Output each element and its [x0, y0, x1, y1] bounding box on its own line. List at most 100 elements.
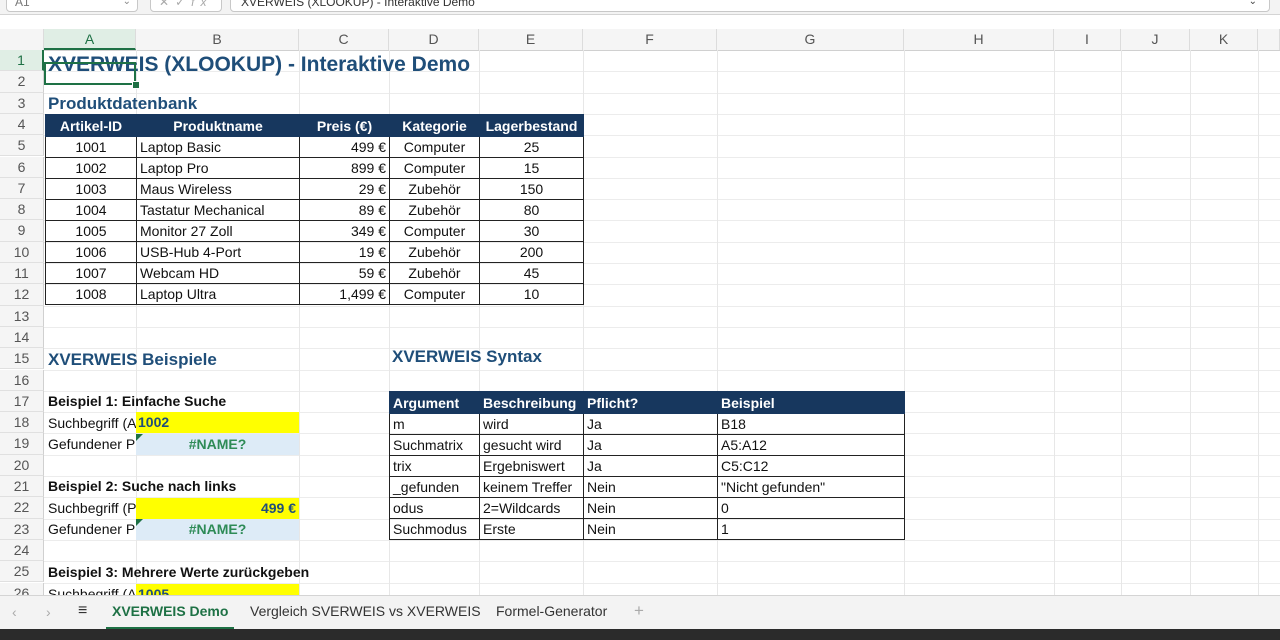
row-header[interactable]: 23 — [0, 518, 44, 540]
table-cell[interactable]: 1001 — [45, 136, 137, 158]
table-cell[interactable]: 1,499 € — [299, 283, 390, 305]
row-header[interactable]: 7 — [0, 177, 44, 200]
chevron-down-icon[interactable]: ⌄ — [123, 0, 131, 11]
table-cell[interactable]: 0 — [717, 497, 905, 519]
row-header[interactable]: 21 — [0, 476, 44, 498]
row-header[interactable]: 17 — [0, 390, 44, 413]
example2-search-label[interactable]: Suchbegriff (P — [48, 498, 136, 519]
table-cell[interactable]: Zubehör — [389, 262, 480, 284]
table-cell[interactable]: USB-Hub 4-Port — [136, 241, 300, 263]
col-header-g[interactable]: G — [717, 29, 904, 50]
table-cell[interactable]: Zubehör — [389, 199, 480, 221]
table-cell[interactable]: 10 — [479, 283, 584, 305]
table-cell[interactable]: Laptop Basic — [136, 136, 300, 158]
row-header[interactable]: 13 — [0, 305, 44, 327]
table-cell[interactable]: Maus Wireless — [136, 178, 300, 200]
table-cell[interactable]: gesucht wird — [479, 434, 584, 456]
name-box[interactable]: A1 ⌄ — [6, 0, 138, 12]
header-cell[interactable]: Beschreibung — [479, 391, 584, 414]
table-cell[interactable]: Computer — [389, 283, 480, 305]
fx-label[interactable]: fx — [191, 0, 212, 9]
formula-tools[interactable]: ✕✓fx — [150, 0, 222, 12]
table-cell[interactable]: 45 — [479, 262, 584, 284]
row-header[interactable]: 9 — [0, 220, 44, 242]
syntax-heading[interactable]: XVERWEIS Syntax — [392, 346, 542, 367]
table-cell[interactable]: A5:A12 — [717, 434, 905, 456]
header-cell[interactable]: Produktname — [136, 114, 300, 137]
table-cell[interactable]: _gefunden — [389, 476, 480, 498]
example1-title[interactable]: Beispiel 1: Einfache Suche — [48, 391, 226, 412]
header-cell[interactable]: Beispiel — [717, 391, 905, 414]
table-cell[interactable]: 1003 — [45, 178, 137, 200]
table-cell[interactable]: keinem Treffer — [479, 476, 584, 498]
col-header-b[interactable]: B — [136, 29, 299, 50]
table-cell[interactable]: 80 — [479, 199, 584, 221]
row-header[interactable]: 2 — [0, 71, 44, 93]
table-cell[interactable]: 89 € — [299, 199, 390, 221]
table-cell[interactable]: B18 — [717, 413, 905, 435]
fill-handle[interactable] — [132, 81, 140, 89]
header-cell[interactable]: Preis (€) — [299, 114, 390, 137]
col-header-j[interactable]: J — [1121, 29, 1190, 50]
example3-search-input[interactable]: 1005 — [136, 584, 299, 595]
table-cell[interactable]: 19 € — [299, 241, 390, 263]
table-cell[interactable]: 1006 — [45, 241, 137, 263]
col-header-blank[interactable] — [1258, 29, 1280, 50]
row-header[interactable]: 25 — [0, 561, 44, 583]
header-cell[interactable]: Argument — [389, 391, 480, 414]
example1-result[interactable]: #NAME? — [136, 434, 299, 455]
row-header[interactable]: 5 — [0, 135, 44, 157]
header-cell[interactable]: Lagerbestand — [479, 114, 584, 137]
table-cell[interactable]: Laptop Pro — [136, 157, 300, 179]
tab-xverweis-demo[interactable]: XVERWEIS Demo — [106, 596, 235, 630]
table-cell[interactable]: 2=Wildcards — [479, 497, 584, 519]
table-cell[interactable]: Zubehör — [389, 241, 480, 263]
row-header[interactable]: 4 — [0, 113, 44, 136]
example2-search-input[interactable]: 499 € — [136, 498, 299, 519]
confirm-icon[interactable]: ✓ — [175, 0, 191, 9]
example2-title[interactable]: Beispiel 2: Suche nach links — [48, 476, 236, 497]
sheet-list-icon[interactable]: ≡ — [78, 602, 87, 620]
table-cell[interactable]: Suchmodus — [389, 518, 480, 540]
tab-formel-generator[interactable]: Formel-Generator — [490, 596, 613, 630]
table-cell[interactable]: 30 — [479, 220, 584, 242]
example1-search-input[interactable]: 1002 — [136, 412, 299, 433]
table-cell[interactable]: Webcam HD — [136, 262, 300, 284]
chevron-left-icon[interactable]: ‹ — [12, 604, 17, 620]
db-heading[interactable]: Produktdatenbank — [48, 93, 197, 114]
table-cell[interactable]: 1004 — [45, 199, 137, 221]
table-cell[interactable]: 1007 — [45, 262, 137, 284]
row-header[interactable]: 24 — [0, 539, 44, 562]
table-cell[interactable]: m — [389, 413, 480, 435]
table-cell[interactable]: Erste — [479, 518, 584, 540]
col-header-c[interactable]: C — [299, 29, 389, 50]
table-cell[interactable]: Computer — [389, 157, 480, 179]
row-header[interactable]: 26 — [0, 582, 44, 595]
table-cell[interactable]: Suchmatrix — [389, 434, 480, 456]
table-cell[interactable]: Ja — [583, 413, 718, 435]
row-header[interactable]: 1 — [0, 50, 44, 72]
row-header[interactable]: 19 — [0, 433, 44, 455]
example3-title[interactable]: Beispiel 3: Mehrere Werte zurückgeben — [48, 562, 309, 583]
row-header[interactable]: 12 — [0, 284, 44, 306]
table-cell[interactable]: Zubehör — [389, 178, 480, 200]
table-cell[interactable]: 29 € — [299, 178, 390, 200]
table-cell[interactable]: 899 € — [299, 157, 390, 179]
col-header-f[interactable]: F — [583, 29, 717, 50]
tab-vergleich[interactable]: Vergleich SVERWEIS vs XVERWEIS — [244, 596, 487, 630]
table-cell[interactable]: Laptop Ultra — [136, 283, 300, 305]
row-header[interactable]: 10 — [0, 241, 44, 263]
col-header-corner[interactable] — [0, 29, 44, 50]
col-header-e[interactable]: E — [479, 29, 583, 50]
spreadsheet-grid[interactable]: A B C D E F G H I J K 1 2 3 4 5 6 7 8 9 10 11 12 13 1… — [0, 29, 1280, 595]
table-cell[interactable]: 1 — [717, 518, 905, 540]
example1-search-label[interactable]: Suchbegriff (A — [48, 413, 136, 434]
expand-formula-icon[interactable]: ⌄ — [1249, 0, 1257, 11]
example1-found-label[interactable]: Gefundener P — [48, 434, 136, 455]
row-header[interactable]: 11 — [0, 263, 44, 285]
table-cell[interactable]: 1002 — [45, 157, 137, 179]
error-indicator-icon[interactable] — [136, 434, 143, 441]
col-header-h[interactable]: H — [904, 29, 1054, 50]
table-cell[interactable]: Nein — [583, 476, 718, 498]
table-cell[interactable]: Computer — [389, 136, 480, 158]
